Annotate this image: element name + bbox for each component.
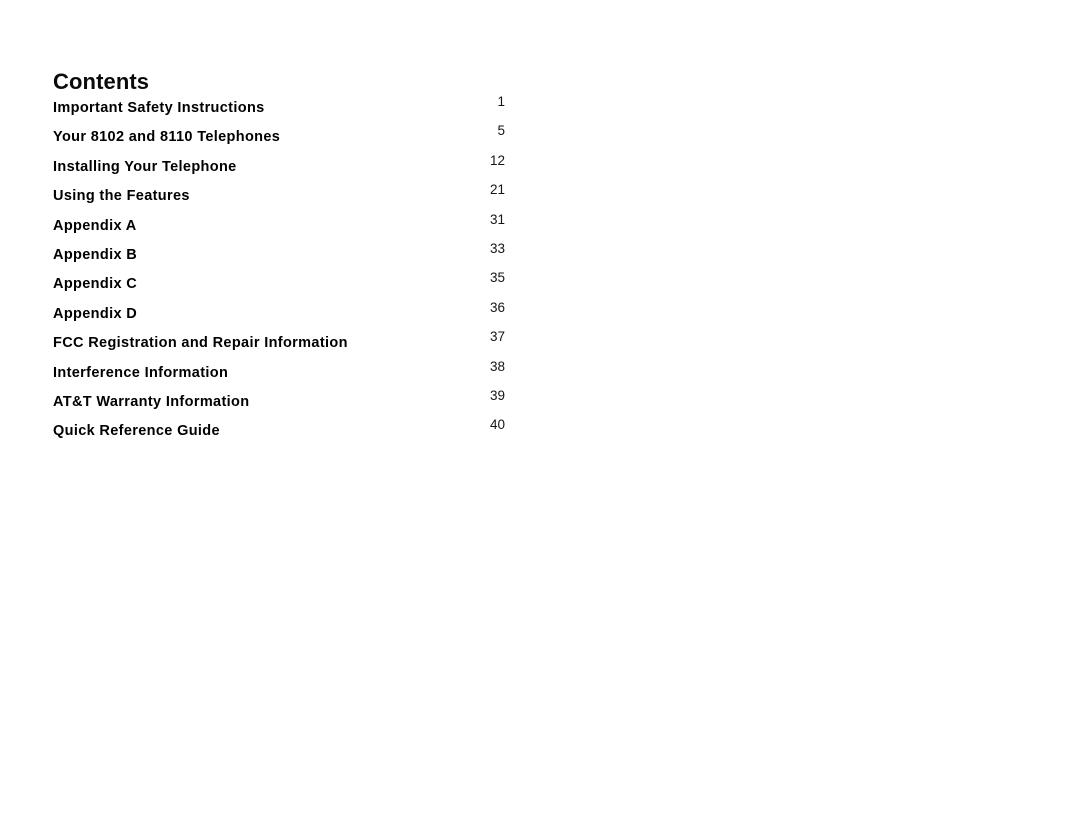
toc-entry[interactable]: Appendix C 35 [53,270,505,300]
toc-entry[interactable]: Using the Features 21 [53,182,505,212]
document-page: Contents Important Safety Instructions 1 Y… [0,0,1080,835]
toc-entry-page-number: 39 [489,387,505,403]
toc-entry-page-number: 12 [489,152,505,168]
toc-entry[interactable]: Appendix A 31 [53,211,505,242]
toc-entry-label[interactable]: Important Safety Instructions [53,99,265,117]
toc-entry-page-number: 38 [489,358,505,374]
toc-entry-page-number: 36 [489,299,505,315]
toc-entry-label[interactable]: Installing Your Telephone [53,158,237,176]
toc-entry-page-number: 33 [489,240,505,256]
toc-entry-label[interactable]: Appendix C [53,275,137,293]
toc-entry-page-number: 21 [489,182,505,198]
toc-entry-page-number: 5 [497,123,505,139]
page-title: Contents [53,68,150,94]
toc-entry-page-number: 31 [489,211,505,227]
toc-entry-page-number: 37 [489,329,505,345]
toc-entry[interactable]: Appendix D 36 [53,299,505,330]
toc-entry-label[interactable]: Appendix A [53,217,137,235]
toc-entry-label[interactable]: Appendix D [53,305,137,323]
table-of-contents: Important Safety Instructions 1 Your 8102 … [53,94,505,448]
toc-entry[interactable]: Quick Reference Guide 40 [53,417,505,447]
toc-entry[interactable]: Your 8102 and 8110 Telephones 5 [53,123,505,153]
toc-entry[interactable]: Interference Information 38 [53,358,505,389]
toc-entry-label[interactable]: Quick Reference Guide [53,422,220,440]
toc-entry-page-number: 40 [489,417,505,433]
toc-entry-label[interactable]: Interference Information [53,364,228,382]
toc-entry[interactable]: AT&T Warranty Information 39 [53,387,505,418]
toc-entry-page-number: 35 [489,270,505,286]
toc-entry-label[interactable]: FCC Registration and Repair Information [53,334,348,352]
toc-entry[interactable]: Installing Your Telephone 12 [53,152,505,183]
toc-entry-label[interactable]: Using the Features [53,187,190,205]
toc-entry-label[interactable]: Appendix B [53,246,137,264]
toc-entry-page-number: 1 [497,94,505,109]
toc-entry[interactable]: FCC Registration and Repair Information 3… [53,329,505,359]
toc-entry[interactable]: Appendix B 33 [53,240,505,271]
toc-entry-label[interactable]: Your 8102 and 8110 Telephones [53,128,280,146]
toc-entry[interactable]: Important Safety Instructions 1 [53,94,505,124]
toc-entry-label[interactable]: AT&T Warranty Information [53,393,249,411]
